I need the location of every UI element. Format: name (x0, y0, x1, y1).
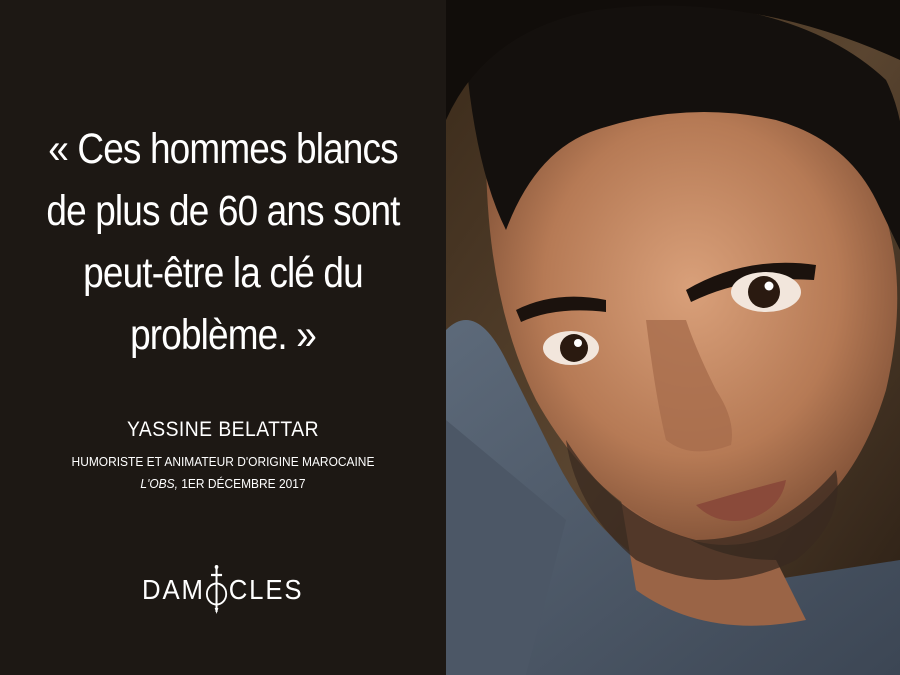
quote-line: de plus de 60 ans sont (46, 187, 400, 235)
sword-icon (205, 564, 229, 616)
portrait-photo (446, 0, 900, 675)
quote-line: « Ces hommes blancs (48, 125, 398, 173)
source-citation: L'OBS, 1ER DÉCEMBRE 2017 (18, 476, 428, 491)
logo-text-part1: DAM (142, 574, 206, 605)
quote-panel: « Ces hommes blancs de plus de 60 ans so… (0, 0, 446, 675)
quote-text: « Ces hommes blancs de plus de 60 ans so… (31, 118, 415, 366)
quote-line: peut-être la clé du (83, 249, 364, 297)
publication-date: 1ER DÉCEMBRE 2017 (181, 476, 306, 491)
publication-name: L'OBS, (140, 476, 178, 491)
quote-line: problème. » (130, 311, 317, 359)
logo-text-part2: CLES (229, 574, 304, 605)
author-name: YASSINE BELATTAR (126, 418, 320, 441)
quote-card: « Ces hommes blancs de plus de 60 ans so… (0, 0, 900, 675)
damocles-logo: DAM CLES (0, 560, 446, 620)
author-role: HUMORISTE ET ANIMATEUR D'ORIGINE MAROCAI… (71, 454, 375, 469)
portrait-illustration (446, 0, 900, 675)
